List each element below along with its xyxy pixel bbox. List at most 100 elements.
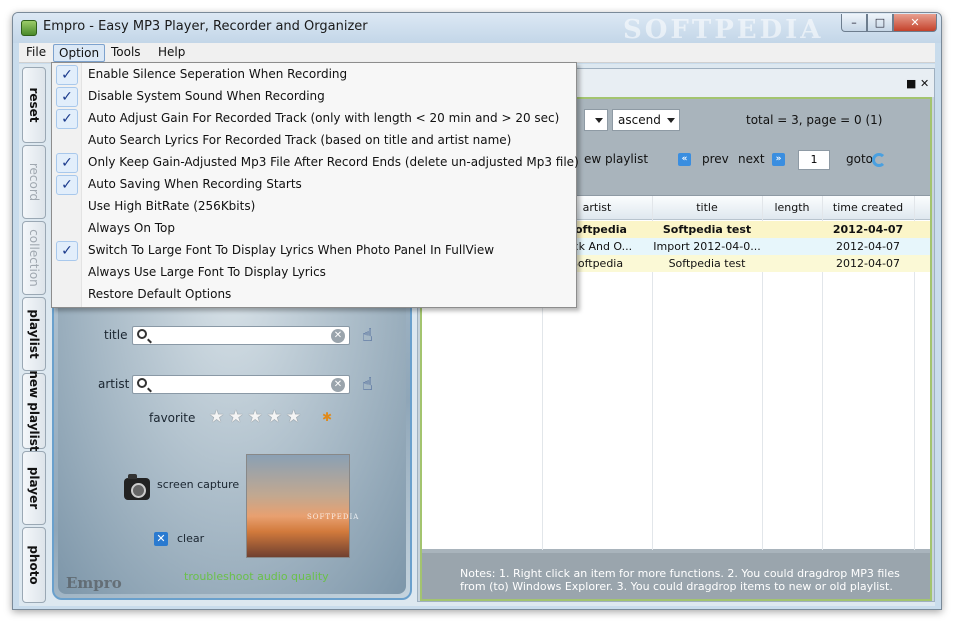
vertical-tabs: reset record collection playlist new pla… [22,67,46,603]
option-menu-item-label: Auto Search Lyrics For Recorded Track (b… [88,133,512,147]
col-time-created[interactable]: time created [822,201,914,214]
tab-playlist[interactable]: playlist [22,297,46,371]
next-button[interactable]: next [738,152,765,166]
tab-reset[interactable]: reset [22,67,46,143]
menu-option[interactable]: Option [53,44,106,62]
minimize-button[interactable]: – [841,14,867,32]
tab-photo-label: photo [27,545,41,585]
tab-playlist-label: playlist [27,309,41,359]
option-menu-item-label: Auto Adjust Gain For Recorded Track (onl… [88,111,560,125]
option-menu-item-label: Only Keep Gain-Adjusted Mp3 File After R… [88,155,579,169]
artist-search-box: ✕ [132,375,350,394]
option-menu-item-label: Always Use Large Font To Display Lyrics [88,265,326,279]
chevron-down-icon [595,118,603,123]
page-number-input[interactable]: 1 [798,150,830,170]
option-menu-item[interactable]: ✓ Switch To Large Font To Display Lyrics … [53,240,575,262]
menu-tools[interactable]: Tools [106,44,146,62]
chevron-down-icon [667,118,675,123]
notes-bar: Notes: 1. Right click an item for more f… [422,553,930,599]
cell-title: Softpedia test [662,223,752,236]
goto-button[interactable]: goto [846,152,873,166]
artist-label: artist [98,377,130,391]
checkmark-icon: ✓ [56,87,78,107]
tab-collection-label: collection [27,229,41,287]
option-menu-item-label: Always On Top [88,221,175,235]
hand-pointer-icon[interactable]: ☝ [362,374,382,396]
clear-label[interactable]: clear [177,532,204,545]
cell-time-created: 2012-04-07 [836,240,900,253]
checkmark-icon: ✓ [56,241,78,261]
clear-icon[interactable]: ✕ [154,532,168,546]
search-icon [137,329,147,339]
title-bar: Empro - Easy MP3 Player, Recorder and Or… [13,13,941,45]
menu-help[interactable]: Help [153,44,190,62]
option-menu-item-label: Switch To Large Font To Display Lyrics W… [88,243,495,257]
option-menu-item[interactable]: Always Use Large Font To Display Lyrics [53,262,575,284]
artist-search-input[interactable] [155,377,325,392]
menu-file[interactable]: File [21,44,51,62]
rating-clear-icon[interactable]: ✱ [322,410,332,424]
sort-order-select[interactable]: ascend [612,109,680,131]
option-menu-item[interactable]: ✓ Auto Saving When Recording Starts [53,174,575,196]
hand-pointer-icon[interactable]: ☝ [362,325,382,347]
tab-record[interactable]: record [22,145,46,219]
watermark: SOFTPEDIA [623,15,824,45]
camera-icon[interactable] [124,474,150,500]
col-title[interactable]: title [652,201,762,214]
search-icon [137,378,147,388]
total-count: total = 3, page = 0 (1) [746,113,883,127]
tab-player[interactable]: player [22,451,46,525]
option-menu-item[interactable]: ✓ Only Keep Gain-Adjusted Mp3 File After … [53,152,579,174]
option-menu-item-label: Restore Default Options [88,287,232,301]
option-menu-item-label: Use High BitRate (256Kbits) [88,199,256,213]
app-icon [21,20,37,36]
option-menu-item[interactable]: Always On Top [53,218,575,240]
checkmark-icon: ✓ [56,175,78,195]
option-menu-item-label: Auto Saving When Recording Starts [88,177,302,191]
tab-record-label: record [27,162,41,202]
cell-time-created: 2012-04-07 [832,223,904,236]
tab-photo[interactable]: photo [22,527,46,603]
option-menu-item[interactable]: ✓ Disable System Sound When Recording [53,86,575,108]
empro-logo: Empro [66,574,122,592]
last-page-icon[interactable]: » [772,153,785,166]
sort-field-select[interactable] [584,109,608,131]
tab-collection[interactable]: collection [22,221,46,295]
new-playlist-label[interactable]: ew playlist [584,152,648,166]
favorite-rating-stars[interactable]: ★★★★★ [209,407,305,427]
clear-title-icon[interactable]: ✕ [331,329,345,343]
sort-order-value: ascend [618,113,661,127]
close-button[interactable]: ✕ [893,14,937,32]
option-menu-item[interactable]: ✓ Auto Adjust Gain For Recorded Track (on… [53,108,575,130]
option-menu-item[interactable]: Use High BitRate (256Kbits) [53,196,575,218]
refresh-icon[interactable] [872,153,886,167]
troubleshoot-link[interactable]: troubleshoot audio quality [184,570,329,583]
cell-time-created: 2012-04-07 [836,257,900,270]
restore-panel-icon[interactable]: ■ [906,77,916,90]
option-menu-item-label: Enable Silence Seperation When Recording [88,67,348,81]
maximize-button[interactable]: □ [867,14,893,32]
col-length[interactable]: length [762,201,822,214]
first-page-icon[interactable]: « [678,153,691,166]
tab-reset-label: reset [27,87,41,123]
title-search-input[interactable] [155,328,325,343]
title-label: title [104,328,128,342]
option-menu-item[interactable]: Restore Default Options [53,284,575,306]
cell-title: Softpedia test [668,257,746,270]
tab-new-playlist-label: new playlist [27,370,41,452]
clear-artist-icon[interactable]: ✕ [331,378,345,392]
option-menu-dropdown: ✓ Enable Silence Seperation When Recordin… [51,62,579,308]
close-panel-icon[interactable]: ✕ [920,77,929,90]
cell-title: Import 2012-04-0... [653,240,761,253]
tab-new-playlist[interactable]: new playlist [22,370,46,452]
option-menu-item[interactable]: ✓ Enable Silence Seperation When Recordin… [53,64,575,86]
prev-button[interactable]: prev [702,152,729,166]
tab-player-label: player [27,466,41,510]
screen-capture-label[interactable]: screen capture [157,478,239,491]
option-menu-item-label: Disable System Sound When Recording [88,89,325,103]
album-photo[interactable]: SOFTPEDIA [246,454,358,558]
notes-text: Notes: 1. Right click an item for more f… [460,567,900,593]
option-menu-item[interactable]: Auto Search Lyrics For Recorded Track (b… [53,130,575,152]
favorite-label: favorite [149,411,196,425]
window-title: Empro - Easy MP3 Player, Recorder and Or… [43,19,368,34]
